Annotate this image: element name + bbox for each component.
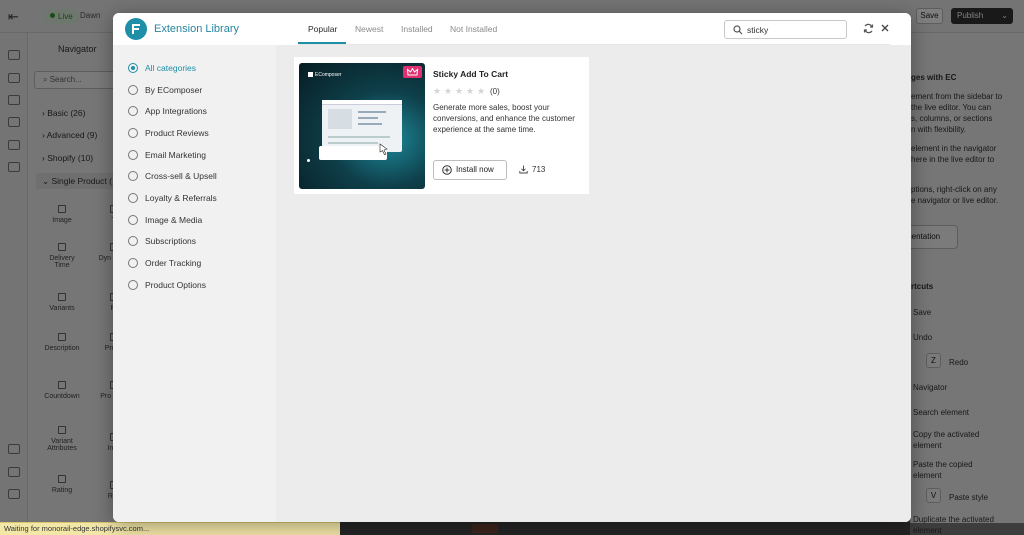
download-count: 713 [519, 165, 545, 174]
radio-icon [128, 128, 138, 138]
radio-icon [128, 215, 138, 225]
star-icon: ★ [455, 86, 464, 96]
category-label: Email Marketing [145, 150, 206, 160]
star-icon: ★ [466, 86, 475, 96]
search-icon [733, 25, 743, 35]
radio-icon [128, 171, 138, 181]
browser-status-bar: Waiting for monorail-edge.shopifysvc.com… [0, 522, 340, 535]
category-subscriptions[interactable]: Subscriptions [128, 235, 196, 249]
plus-circle-icon [442, 165, 452, 175]
radio-icon [128, 106, 138, 116]
ecomposer-logo [125, 18, 147, 40]
category-by-ecomposer[interactable]: By EComposer [128, 84, 202, 98]
thumbnail-sticky-bar [319, 146, 387, 160]
category-label: Image & Media [145, 215, 203, 225]
radio-icon [128, 85, 138, 95]
extension-title[interactable]: Sticky Add To Cart [433, 69, 508, 79]
category-image-media[interactable]: Image & Media [128, 214, 202, 228]
radio-icon [128, 193, 138, 203]
category-cross-sell-upsell[interactable]: Cross-sell & Upsell [128, 170, 217, 184]
radio-icon [128, 150, 138, 160]
category-all[interactable]: All categories [128, 62, 196, 76]
radio-icon [128, 236, 138, 246]
extension-description: Generate more sales, boost your conversi… [433, 103, 575, 134]
category-label: All categories [145, 63, 197, 73]
category-label: Loyalty & Referrals [145, 193, 217, 203]
category-label: Product Reviews [145, 128, 209, 138]
premium-badge [403, 66, 422, 78]
category-sidebar: All categories By EComposer App Integrat… [113, 45, 276, 522]
close-icon[interactable] [880, 23, 890, 33]
category-label: Order Tracking [145, 258, 202, 268]
extension-card[interactable]: EComposer Sticky Add To Cart ★ ★ ★ ★ ★ (0) G… [294, 57, 589, 194]
category-loyalty-referrals[interactable]: Loyalty & Referrals [128, 192, 217, 206]
category-product-reviews[interactable]: Product Reviews [128, 127, 209, 141]
category-label: Cross-sell & Upsell [145, 171, 217, 181]
rating-stars: ★ ★ ★ ★ ★ [433, 86, 488, 96]
cursor-icon [379, 143, 388, 155]
refresh-icon[interactable] [863, 23, 874, 34]
install-now-button[interactable]: Install now [433, 160, 507, 180]
extension-thumbnail[interactable]: EComposer [299, 63, 425, 189]
thumbnail-mockup [322, 100, 402, 152]
category-email-marketing[interactable]: Email Marketing [128, 149, 206, 163]
category-label: By EComposer [145, 85, 203, 95]
radio-icon [128, 63, 138, 73]
category-label: Product Options [145, 280, 206, 290]
category-order-tracking[interactable]: Order Tracking [128, 257, 201, 271]
thumbnail-brand-label: EComposer [315, 72, 342, 78]
star-icon: ★ [477, 86, 486, 96]
modal-title: Extension Library [154, 23, 239, 35]
extension-search[interactable] [724, 20, 847, 39]
tab-popular[interactable]: Popular [308, 24, 337, 34]
crown-icon [407, 68, 418, 76]
category-app-integrations[interactable]: App Integrations [128, 105, 207, 119]
category-label: Subscriptions [145, 236, 197, 246]
radio-icon [128, 258, 138, 268]
modal-header: Extension Library Popular Newest Install… [113, 13, 911, 45]
category-product-options[interactable]: Product Options [128, 279, 206, 293]
rating-count: (0) [490, 87, 500, 96]
download-count-value: 713 [532, 165, 546, 174]
install-label: Install now [456, 165, 494, 174]
tab-not-installed[interactable]: Not Installed [450, 24, 497, 34]
download-icon [519, 165, 528, 174]
star-icon: ★ [444, 86, 453, 96]
star-icon: ★ [433, 86, 442, 96]
search-input[interactable] [747, 23, 842, 36]
thumbnail-brand: EComposer [308, 72, 341, 78]
tab-newest[interactable]: Newest [355, 24, 383, 34]
category-label: App Integrations [145, 106, 207, 116]
tab-installed[interactable]: Installed [401, 24, 433, 34]
radio-icon [128, 280, 138, 290]
